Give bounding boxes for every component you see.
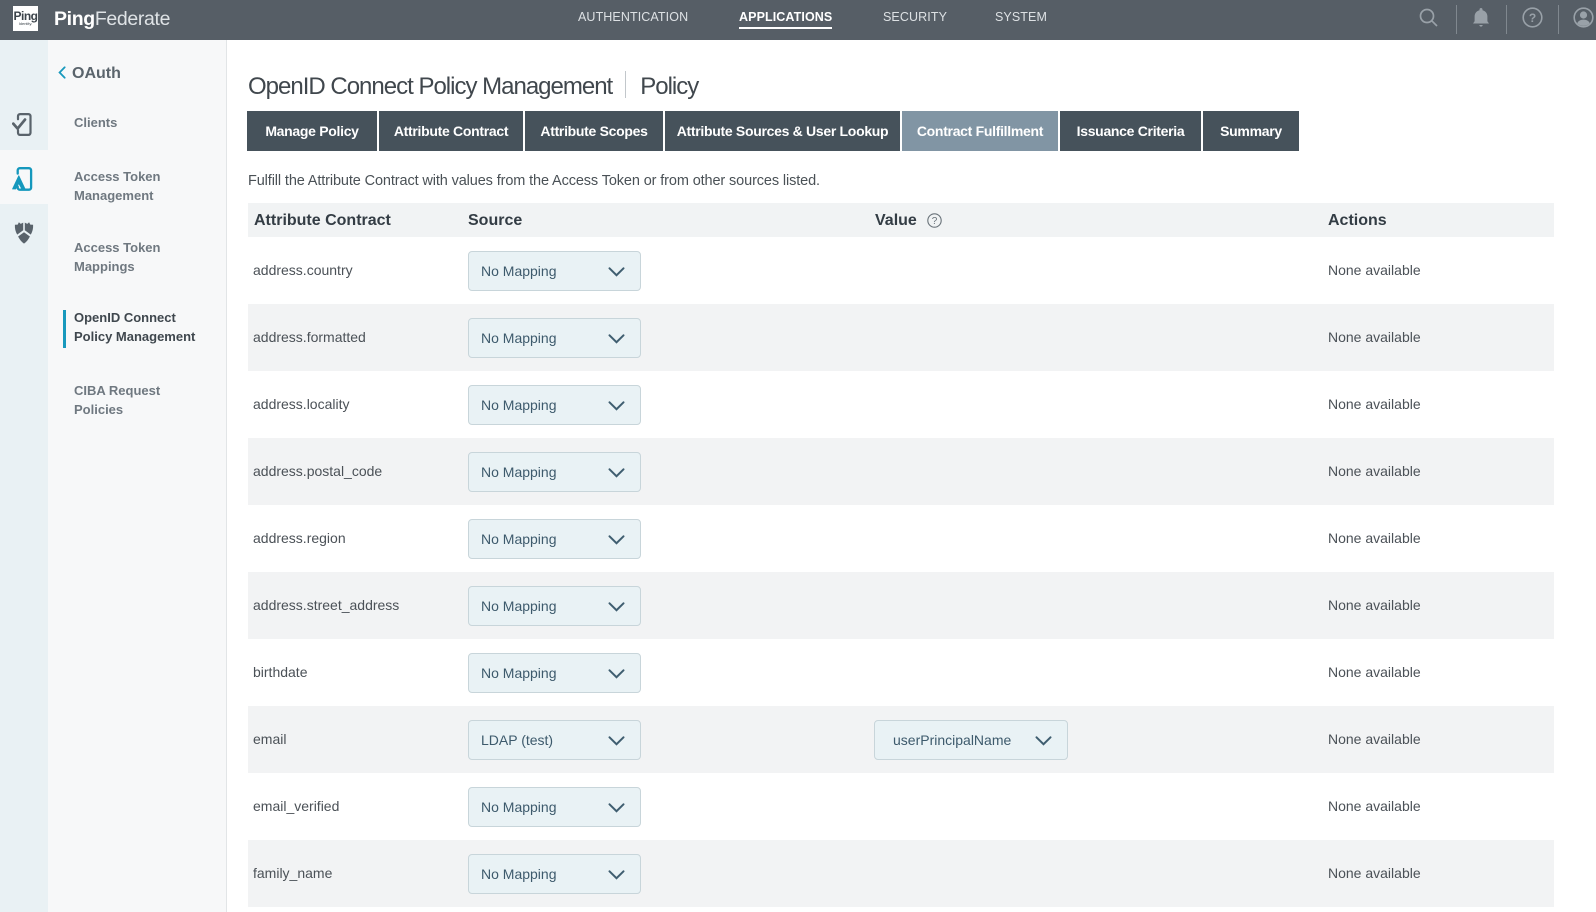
svg-text:?: ? (932, 216, 938, 227)
svg-text:?: ? (1529, 11, 1536, 25)
